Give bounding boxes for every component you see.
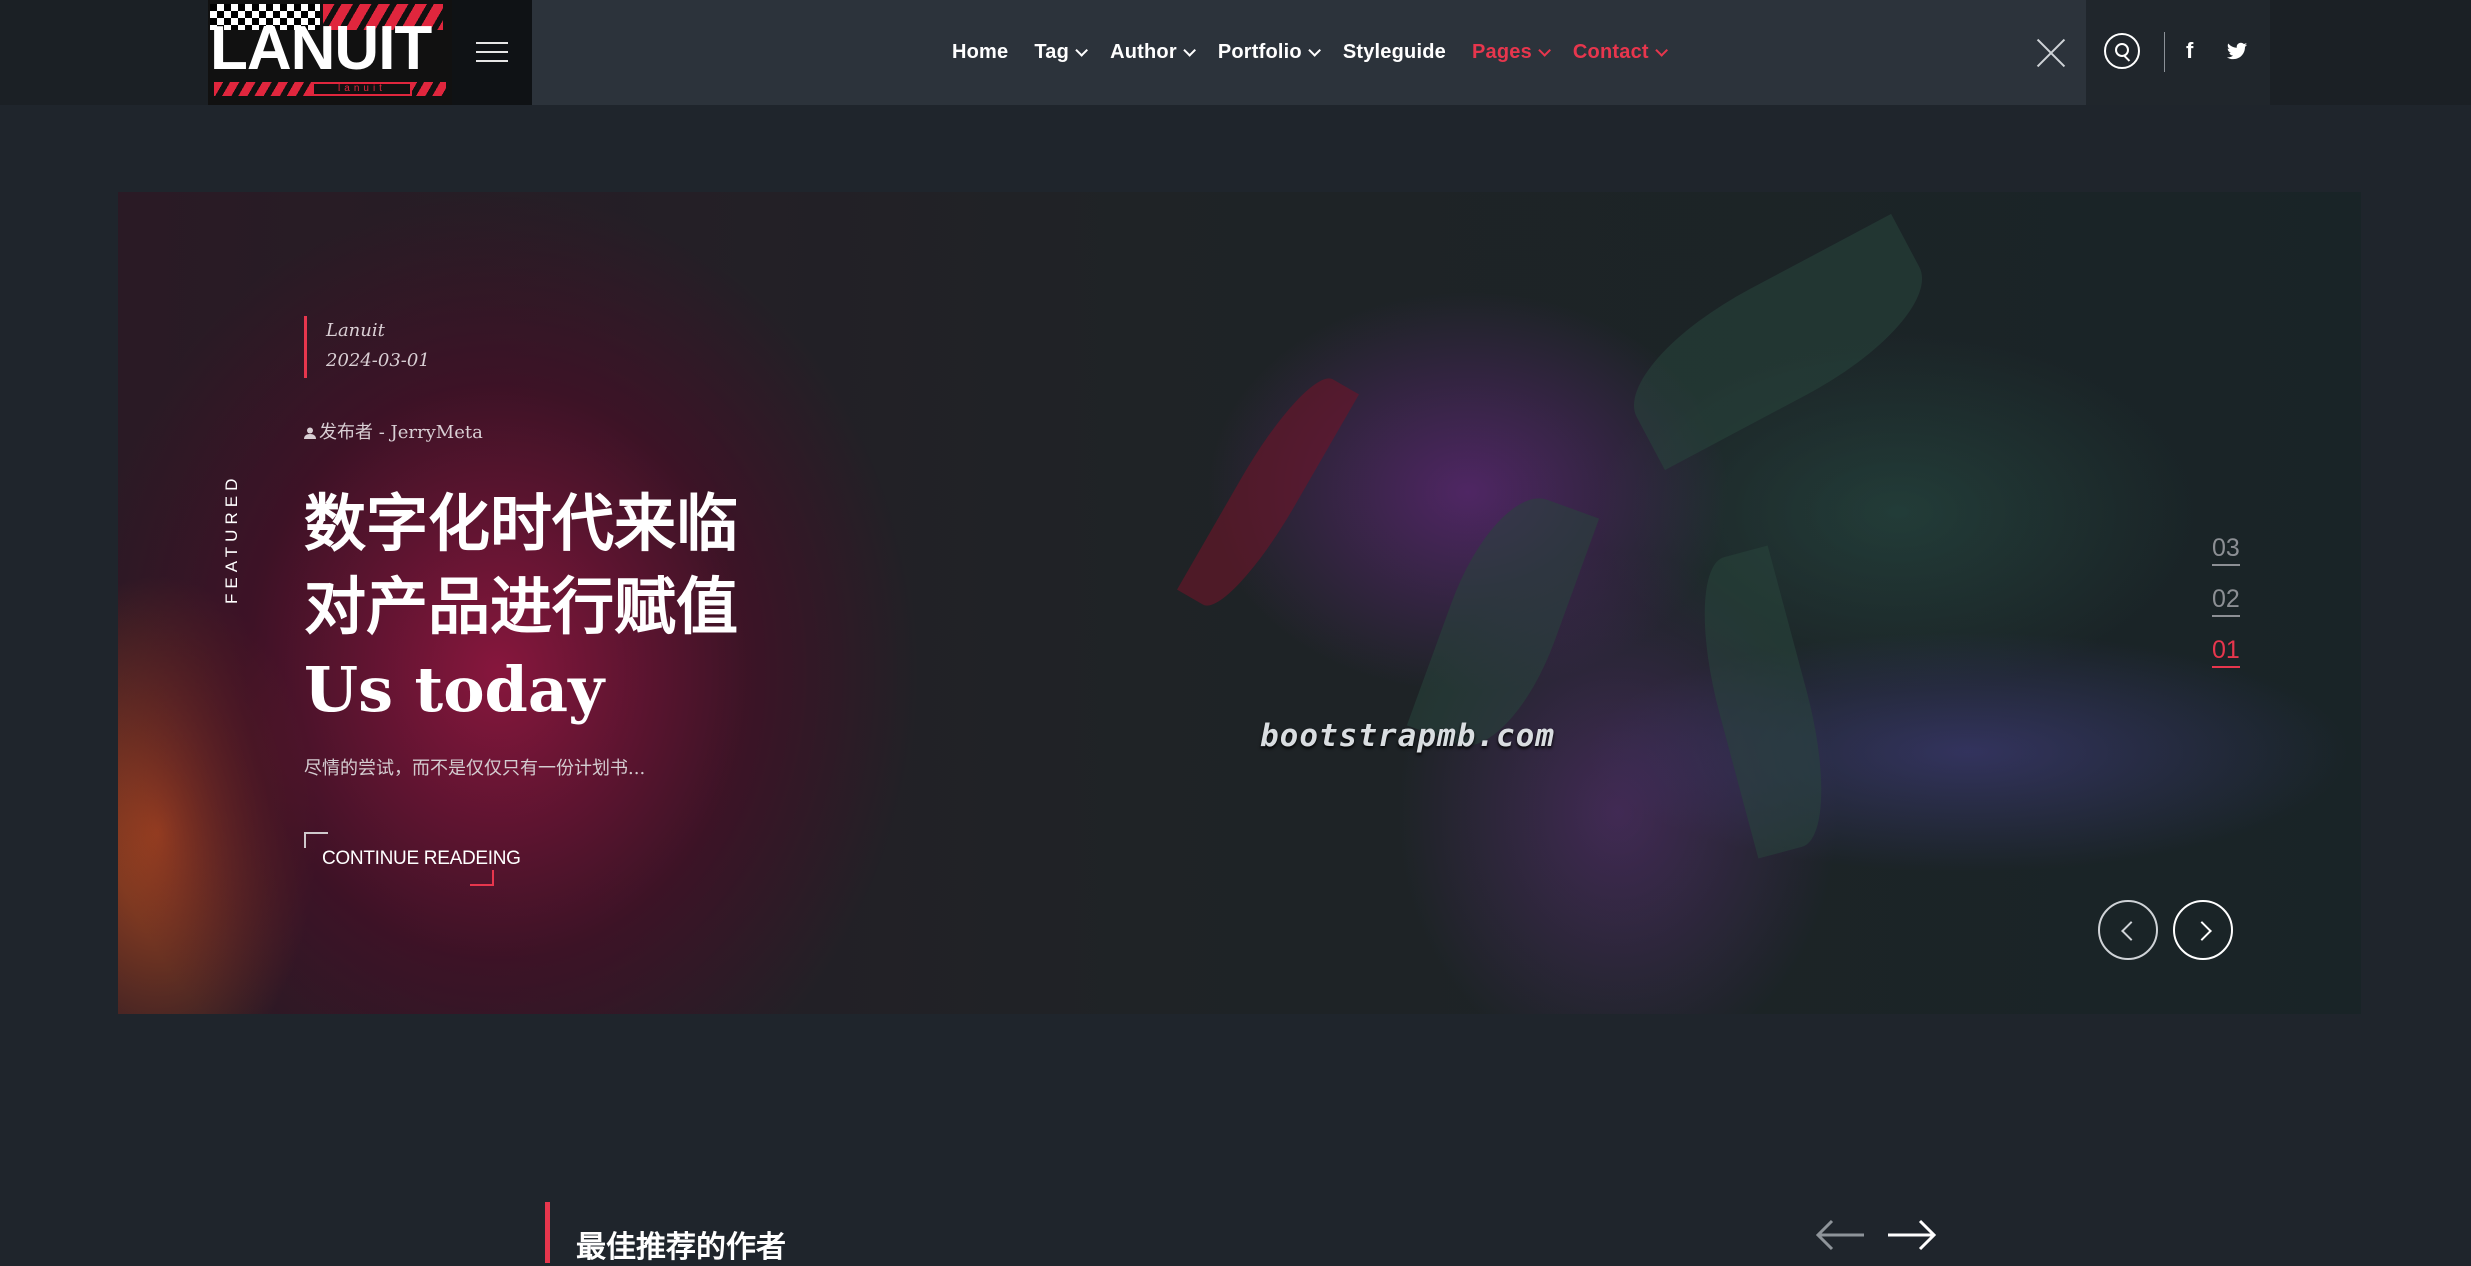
post-title[interactable]: 数字化时代来临 对产品进行赋值 Us today <box>304 482 864 731</box>
nav-item-portfolio[interactable]: Portfolio <box>1218 41 1321 64</box>
chevron-down-icon <box>1075 44 1089 57</box>
featured-slider: FEATURED Lanuit 2024-03-01 发布者 - JerryMe… <box>118 192 2361 1014</box>
post-title-line: 数字化时代来临 <box>304 487 739 560</box>
chevron-down-icon <box>1308 44 1321 57</box>
nav-item-styleguide[interactable]: Styleguide <box>1343 41 1446 64</box>
watermark-text: bootstrapmb.com <box>1260 718 1555 754</box>
post-title-line: 对产品进行赋值 <box>304 570 739 643</box>
nav-item-home[interactable]: Home <box>952 41 1008 64</box>
slide-pagination: 03 02 01 <box>2212 534 2240 687</box>
section-accent-bar <box>545 1202 550 1263</box>
chevron-down-icon <box>1538 44 1551 57</box>
twitter-icon[interactable] <box>2226 38 2248 64</box>
meta-accent-bar <box>304 316 307 378</box>
slide-number-01[interactable]: 01 <box>2212 636 2240 687</box>
arrow-left-icon[interactable] <box>1814 1218 1866 1252</box>
logo-text: LANUIT <box>210 14 432 83</box>
main-nav: Home Tag Author Portfolio Styleguide Pag… <box>952 0 1690 105</box>
post-author[interactable]: 发布者 - JerryMeta <box>304 418 483 444</box>
search-icon[interactable] <box>2104 33 2140 69</box>
slider-next-button[interactable] <box>2173 900 2233 960</box>
tools-divider <box>2164 32 2165 72</box>
section-title: 最佳推荐的作者 <box>576 1230 786 1265</box>
post-date: 2024-03-01 <box>326 350 430 371</box>
chevron-left-icon <box>2121 921 2141 941</box>
slider-prev-button[interactable] <box>2098 900 2158 960</box>
chevron-down-icon <box>1655 44 1668 57</box>
post-author-text: 发布者 - JerryMeta <box>319 422 483 443</box>
slide-number-02[interactable]: 02 <box>2212 585 2240 636</box>
header-tools: f <box>2086 0 2270 105</box>
post-title-line: Us today <box>304 653 605 726</box>
user-icon <box>304 427 316 439</box>
hero-background-leaf <box>1680 545 1846 859</box>
nav-item-author[interactable]: Author <box>1110 41 1196 64</box>
nav-item-contact[interactable]: Contact <box>1573 41 1668 64</box>
continue-reading-label: CONTINUE READEING <box>322 848 521 869</box>
nav-item-tag[interactable]: Tag <box>1034 41 1089 64</box>
post-category[interactable]: Lanuit <box>326 320 385 341</box>
menu-toggle-button[interactable] <box>452 0 532 105</box>
arrow-right-icon[interactable] <box>1886 1218 1938 1252</box>
post-excerpt: 尽情的尝试，而不是仅仅只有一份计划书... <box>304 758 646 779</box>
slide-number-03[interactable]: 03 <box>2212 534 2240 585</box>
chevron-down-icon <box>1183 44 1196 57</box>
close-icon[interactable] <box>2036 38 2066 68</box>
featured-label: FEATURED <box>222 473 241 604</box>
hero-background-leaf <box>1177 364 1359 620</box>
hero-background-leaf <box>1608 213 1948 471</box>
nav-item-pages[interactable]: Pages <box>1472 41 1551 64</box>
hamburger-icon <box>476 42 508 64</box>
chevron-right-icon <box>2192 921 2212 941</box>
facebook-icon[interactable]: f <box>2186 38 2193 64</box>
continue-reading-button[interactable]: CONTINUE READEING <box>304 832 521 886</box>
logo-subtext: lanuit <box>312 82 412 96</box>
logo-footer-stripe: lanuit <box>214 82 446 96</box>
site-logo[interactable]: LANUIT lanuit <box>208 0 452 105</box>
